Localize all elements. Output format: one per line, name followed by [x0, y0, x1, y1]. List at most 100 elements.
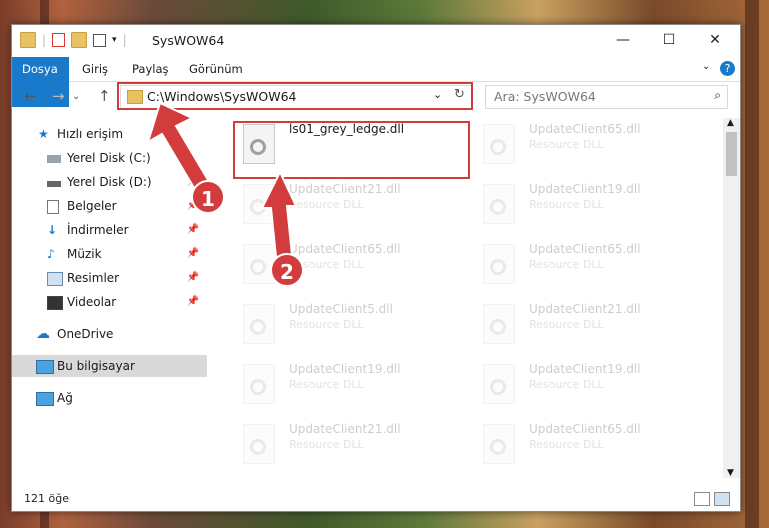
- file-type: Resource DLL: [529, 138, 604, 151]
- file-item[interactable]: UpdateClient21.dll Resource DLL: [229, 418, 459, 468]
- pin-icon[interactable]: 📌: [187, 291, 199, 313]
- file-item[interactable]: UpdateClient5.dll Resource DLL: [229, 298, 459, 348]
- status-bar: 121 öğe: [12, 487, 740, 511]
- file-item[interactable]: UpdateClient19.dll Resource DLL: [469, 178, 699, 228]
- scroll-up-icon[interactable]: ▲: [727, 118, 734, 128]
- drive-icon: [47, 155, 61, 163]
- file-type: Resource DLL: [529, 378, 604, 391]
- nav-item-network[interactable]: Ağ: [12, 387, 207, 409]
- callout-2: 2: [270, 253, 304, 287]
- file-item[interactable]: UpdateClient19.dll Resource DLL: [229, 358, 459, 408]
- file-type: Resource DLL: [289, 198, 364, 211]
- nav-item-this-pc[interactable]: Bu bilgisayar: [12, 355, 207, 377]
- up-arrow-icon[interactable]: ↑: [98, 87, 111, 105]
- recent-chevron-icon[interactable]: ⌄: [72, 91, 80, 102]
- pin-icon[interactable]: 📌: [187, 267, 199, 289]
- vertical-scrollbar[interactable]: ▲ ▼: [723, 118, 740, 478]
- document-icon: [47, 200, 59, 214]
- search-box[interactable]: Ara: SysWOW64 ⌕: [485, 85, 728, 109]
- file-item[interactable]: UpdateClient65.dll Resource DLL: [469, 238, 699, 288]
- gear-icon: [250, 259, 266, 275]
- explorer-window: | ▾ | SysWOW64 — ☐ ✕ Dosya Giriş Paylaş …: [11, 24, 741, 512]
- close-button[interactable]: ✕: [692, 25, 738, 55]
- tab-paylas[interactable]: Paylaş: [122, 57, 179, 81]
- nav-item-documents[interactable]: Belgeler 📌: [12, 195, 207, 217]
- minimize-button[interactable]: —: [600, 25, 646, 55]
- file-item[interactable]: UpdateClient21.dll Resource DLL: [229, 178, 459, 228]
- dll-file-icon: [243, 304, 275, 344]
- nav-item-quick-access[interactable]: ★ Hızlı erişim: [12, 123, 207, 145]
- quick-access-toolbar: | ▾ |: [20, 32, 127, 48]
- nav-item-pictures[interactable]: Resimler 📌: [12, 267, 207, 289]
- nav-item-downloads[interactable]: ↓ İndirmeler 📌: [12, 219, 207, 241]
- dll-file-icon: [483, 184, 515, 224]
- details-view-icon[interactable]: [694, 492, 710, 506]
- scroll-thumb[interactable]: [726, 132, 737, 176]
- pin-icon[interactable]: 📌: [187, 219, 199, 241]
- gear-icon: [490, 379, 506, 395]
- view-icon[interactable]: [93, 33, 107, 47]
- pin-icon[interactable]: 📌: [187, 243, 199, 265]
- scroll-down-icon[interactable]: ▼: [727, 468, 734, 478]
- dll-file-icon: [483, 364, 515, 404]
- back-arrow-icon[interactable]: ←: [24, 87, 37, 105]
- gear-icon: [490, 439, 506, 455]
- search-placeholder[interactable]: Ara: SysWOW64: [494, 89, 596, 104]
- nav-item-music[interactable]: ♪ Müzik 📌: [12, 243, 207, 265]
- file-item[interactable]: UpdateClient65.dll Resource DLL: [469, 418, 699, 468]
- download-icon: ↓: [47, 223, 58, 237]
- search-icon[interactable]: ⌕: [714, 88, 721, 103]
- folder-icon: [20, 32, 36, 48]
- gear-icon: [490, 319, 506, 335]
- file-name: UpdateClient21.dll: [529, 302, 641, 316]
- dll-file-icon: [243, 364, 275, 404]
- new-folder-icon[interactable]: [71, 32, 88, 48]
- nav-item-videos[interactable]: Videolar 📌: [12, 291, 207, 313]
- nav-item-label: Hızlı erişim: [57, 127, 124, 141]
- file-highlight-box: [233, 121, 470, 179]
- file-name: UpdateClient19.dll: [529, 182, 641, 196]
- nav-item-disk-c[interactable]: Yerel Disk (C:): [12, 147, 207, 169]
- file-name: UpdateClient21.dll: [289, 182, 401, 196]
- file-item[interactable]: UpdateClient65.dll Resource DLL: [469, 118, 699, 168]
- nav-item-label: Yerel Disk (D:): [67, 175, 152, 189]
- address-row: ← → ⌄ ↑ C:\Windows\SysWOW64 ⌄ ↻ Ara: Sys…: [12, 82, 740, 112]
- ribbon-expand-icon[interactable]: ⌄: [702, 61, 710, 72]
- gear-icon: [490, 139, 506, 155]
- file-type: Resource DLL: [529, 258, 604, 271]
- nav-item-disk-d[interactable]: Yerel Disk (D:) 📌: [12, 171, 207, 193]
- nav-item-label: Resimler: [67, 271, 120, 285]
- nav-item-onedrive[interactable]: ☁ OneDrive: [12, 323, 207, 345]
- tab-gorunum[interactable]: Görünüm: [179, 57, 253, 81]
- file-list: ls01_grey_ledge.dll UpdateClient65.dll R…: [219, 118, 723, 478]
- file-name: UpdateClient65.dll: [289, 242, 401, 256]
- file-name: UpdateClient65.dll: [529, 422, 641, 436]
- cloud-icon: ☁: [36, 326, 50, 342]
- file-type: Resource DLL: [529, 198, 604, 211]
- file-name: UpdateClient5.dll: [289, 302, 393, 316]
- dll-file-icon: [243, 424, 275, 464]
- file-type: Resource DLL: [289, 318, 364, 331]
- maximize-button[interactable]: ☐: [646, 25, 692, 55]
- file-type: Resource DLL: [529, 318, 604, 331]
- dll-file-icon: [483, 424, 515, 464]
- file-item[interactable]: UpdateClient19.dll Resource DLL: [469, 358, 699, 408]
- chevron-down-icon[interactable]: ▾: [112, 35, 117, 45]
- nav-item-label: İndirmeler: [67, 223, 129, 237]
- separator: |: [42, 33, 47, 47]
- music-icon: ♪: [47, 247, 55, 261]
- forward-arrow-icon[interactable]: →: [52, 87, 65, 105]
- nav-item-label: Bu bilgisayar: [57, 359, 135, 373]
- separator: |: [122, 33, 127, 47]
- help-icon[interactable]: ?: [720, 61, 735, 76]
- file-item[interactable]: UpdateClient65.dll Resource DLL: [229, 238, 459, 288]
- large-icons-view-icon[interactable]: [714, 492, 730, 506]
- file-item[interactable]: UpdateClient21.dll Resource DLL: [469, 298, 699, 348]
- tab-giris[interactable]: Giriş: [72, 57, 118, 81]
- callout-1: 1: [191, 180, 225, 214]
- window-title: SysWOW64: [152, 33, 225, 48]
- gear-icon: [250, 319, 266, 335]
- address-highlight-box: [117, 82, 473, 110]
- computer-icon: [36, 360, 54, 374]
- properties-icon[interactable]: [52, 33, 66, 47]
